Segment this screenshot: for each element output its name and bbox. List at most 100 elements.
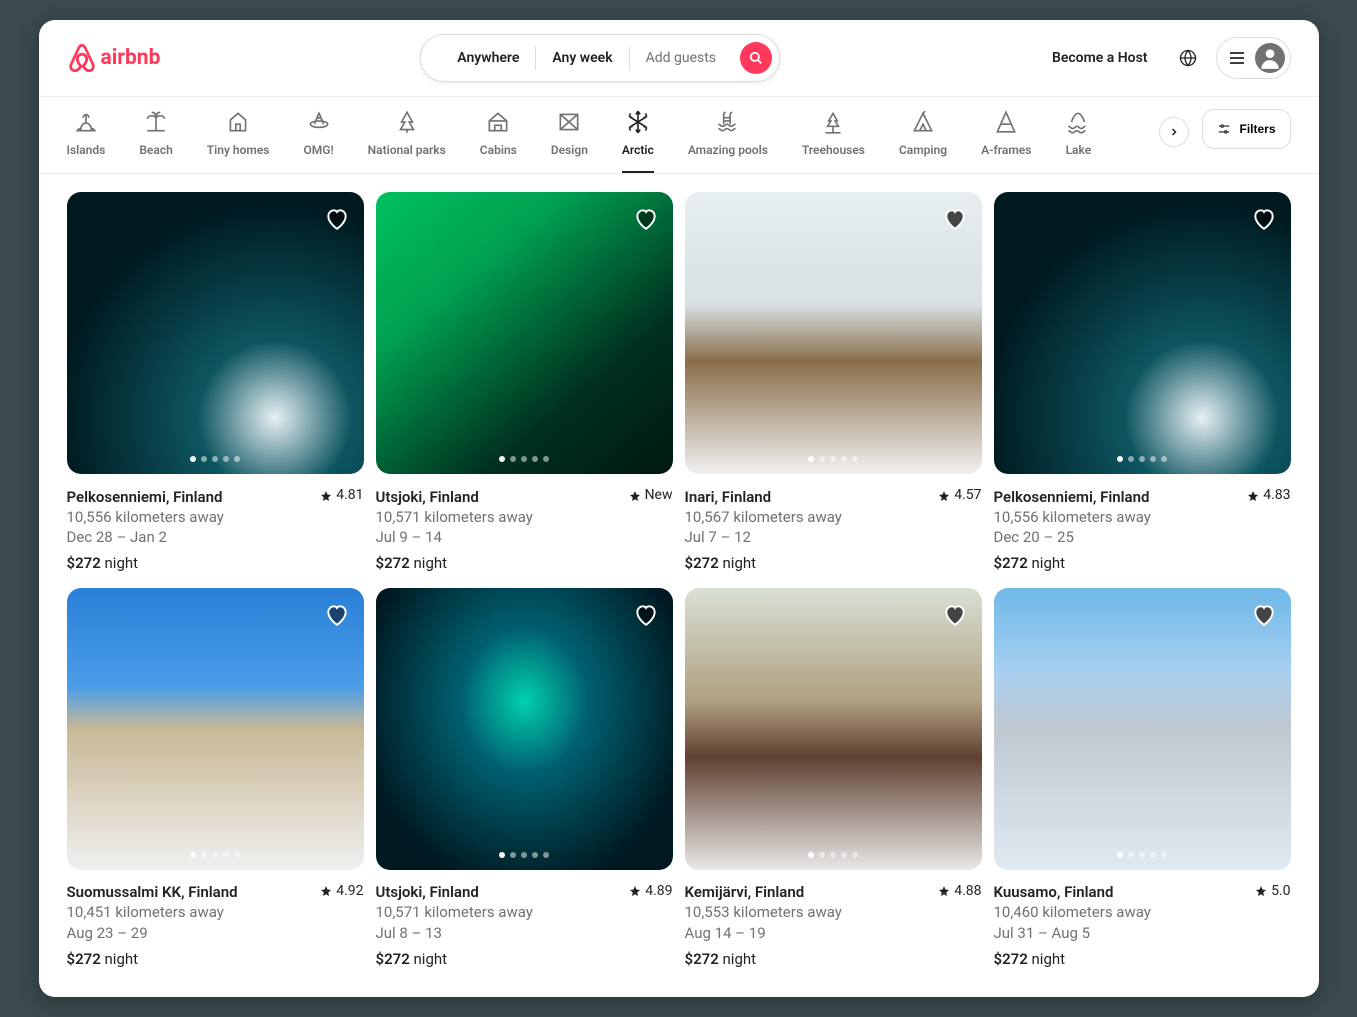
listing-image[interactable] [67,588,364,870]
listing-body: Pelkosenniemi, Finland 4.83 10,556 kilom… [994,474,1291,573]
logo[interactable]: airbnb [67,42,161,74]
search-button[interactable] [740,42,772,74]
listing-card[interactable]: Kemijärvi, Finland 4.88 10,553 kilometer… [685,588,982,970]
become-host-link[interactable]: Become a Host [1040,38,1160,78]
search-where[interactable]: Anywhere [441,50,535,66]
chevron-right-icon [1168,126,1180,138]
listing-image[interactable] [685,588,982,870]
category-label: A-frames [981,143,1031,157]
listing-image[interactable] [376,192,673,474]
carousel-dots [1117,852,1167,858]
globe-icon [1179,49,1197,67]
category-islands[interactable]: Islands [67,109,106,173]
category-design[interactable]: Design [551,109,588,173]
category-beach[interactable]: Beach [139,109,172,173]
listing-distance: 10,451 kilometers away [67,902,364,922]
design-icon [556,109,582,135]
listing-dates: Aug 23 – 29 [67,923,364,943]
wishlist-button[interactable] [633,206,659,232]
category-camping[interactable]: Camping [899,109,947,173]
listing-rating: 4.89 [629,882,672,901]
star-icon [938,885,950,897]
category-lake[interactable]: Lake [1065,109,1091,173]
heart-icon [1251,206,1277,232]
wishlist-button[interactable] [633,602,659,628]
airbnb-logo-icon [67,42,97,74]
language-button[interactable] [1168,38,1208,78]
filters-button[interactable]: Filters [1202,109,1290,149]
listing-title: Suomussalmi KK, Finland [67,882,238,902]
listing-card[interactable]: Inari, Finland 4.57 10,567 kilometers aw… [685,192,982,574]
listing-distance: 10,567 kilometers away [685,507,982,527]
category-label: National parks [368,143,446,157]
listing-title: Inari, Finland [685,487,772,507]
listing-image[interactable] [376,588,673,870]
listing-title: Utsjoki, Finland [376,882,479,902]
listing-card[interactable]: Utsjoki, Finland 4.89 10,571 kilometers … [376,588,673,970]
search-when[interactable]: Any week [536,50,628,66]
star-icon [1247,490,1259,502]
wishlist-button[interactable] [942,206,968,232]
tinyhome-icon [225,109,251,135]
category-arctic[interactable]: Arctic [622,109,654,173]
category-treehouses[interactable]: Treehouses [802,109,865,173]
listing-card[interactable]: Pelkosenniemi, Finland 4.81 10,556 kilom… [67,192,364,574]
search-pill[interactable]: Anywhere Any week Add guests [420,34,780,82]
listing-card[interactable]: Pelkosenniemi, Finland 4.83 10,556 kilom… [994,192,1291,574]
listing-dates: Dec 20 – 25 [994,527,1291,547]
heart-icon [324,206,350,232]
listing-image[interactable] [685,192,982,474]
wishlist-button[interactable] [942,602,968,628]
heart-icon [942,602,968,628]
listing-price: $272 night [685,553,982,573]
listing-body: Kuusamo, Finland 5.0 10,460 kilometers a… [994,870,1291,969]
listing-image[interactable] [994,192,1291,474]
carousel-dots [808,456,858,462]
listing-distance: 10,556 kilometers away [994,507,1291,527]
header-right: Become a Host [1040,37,1291,79]
category-label: Tiny homes [207,143,270,157]
listing-rating: 4.88 [938,882,981,901]
listing-dates: Aug 14 – 19 [685,923,982,943]
category-label: Arctic [622,143,654,157]
listing-title: Kuusamo, Finland [994,882,1114,902]
category-label: Camping [899,143,947,157]
listing-image[interactable] [994,588,1291,870]
listing-card[interactable]: Utsjoki, Finland New 10,571 kilometers a… [376,192,673,574]
wishlist-button[interactable] [1251,206,1277,232]
listing-dates: Jul 9 – 14 [376,527,673,547]
listing-image[interactable] [67,192,364,474]
lake-icon [1065,109,1091,135]
listing-price: $272 night [376,949,673,969]
category-omg![interactable]: OMG! [303,109,333,173]
listing-title: Utsjoki, Finland [376,487,479,507]
heart-icon [942,206,968,232]
category-scroll-right[interactable] [1159,117,1189,147]
listing-rating: 4.81 [320,486,363,505]
category-cabins[interactable]: Cabins [480,109,517,173]
listing-body: Utsjoki, Finland 4.89 10,571 kilometers … [376,870,673,969]
category-tiny-homes[interactable]: Tiny homes [207,109,270,173]
listing-card[interactable]: Kuusamo, Finland 5.0 10,460 kilometers a… [994,588,1291,970]
wishlist-button[interactable] [324,602,350,628]
category-national-parks[interactable]: National parks [368,109,446,173]
carousel-dots [190,852,240,858]
category-label: OMG! [303,143,333,157]
search-icon [749,51,763,65]
user-menu[interactable] [1216,37,1291,79]
listing-dates: Dec 28 – Jan 2 [67,527,364,547]
heart-icon [633,602,659,628]
search-guests[interactable]: Add guests [630,50,732,66]
wishlist-button[interactable] [324,206,350,232]
heart-icon [324,602,350,628]
listing-dates: Jul 8 – 13 [376,923,673,943]
category-amazing-pools[interactable]: Amazing pools [688,109,768,173]
user-avatar-icon [1255,43,1285,73]
listing-card[interactable]: Suomussalmi KK, Finland 4.92 10,451 kilo… [67,588,364,970]
listing-price: $272 night [376,553,673,573]
listing-body: Pelkosenniemi, Finland 4.81 10,556 kilom… [67,474,364,573]
wishlist-button[interactable] [1251,602,1277,628]
beach-icon [143,109,169,135]
star-icon [320,490,332,502]
category-a-frames[interactable]: A-frames [981,109,1031,173]
